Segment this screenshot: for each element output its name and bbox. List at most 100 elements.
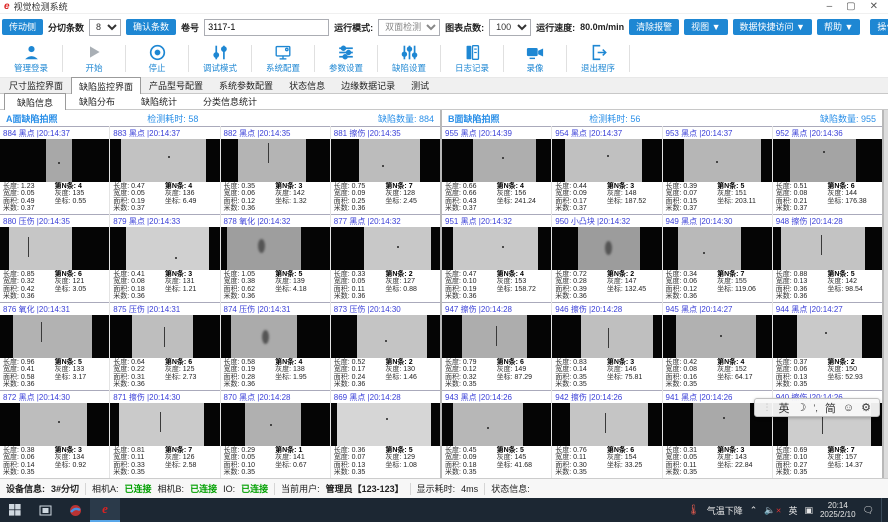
chart-points-select[interactable]: 100 [489,19,531,36]
confirm-count-button[interactable]: 确认条数 [126,19,176,35]
toolbar-button-play[interactable]: 开始 [63,40,125,77]
ime-language-button[interactable]: 英 [779,400,790,416]
defect-cell[interactable]: 950 小凸块 |20:14:32 长度: 0.72 宽度: 0.28 面积: … [552,214,661,302]
slit-count-select[interactable]: 8 [89,19,121,36]
toolbar-button-debug-sliders[interactable]: 调试模式 [189,40,251,77]
defect-image [442,227,551,270]
moon-icon[interactable]: ☽ [797,401,807,414]
main-tab-strip: 尺寸监控界面缺陷监控界面产品型号配置系统参数配置状态信息边缘数据记录测试 [0,78,888,94]
defect-cell-header: 883 黑点 |20:14:37 [110,127,219,139]
defect-cell[interactable]: 951 黑点 |20:14:32 长度: 0.47 宽度: 0.10 面积: 0… [442,214,551,302]
ime-simplified-button[interactable]: 简 [825,400,836,416]
pinned-app-icon[interactable] [60,498,90,522]
defect-cell[interactable]: 952 黑点 |20:14:36 长度: 0.51 宽度: 0.08 面积: 0… [773,126,882,214]
defect-cell[interactable]: 870 黑点 |20:14:28 长度: 0.29 宽度: 0.05 面积: 0… [221,390,330,478]
speaker-icon[interactable]: 🔈✕ [764,505,781,516]
toolbar-button-tune-vertical[interactable]: 缺陷设置 [378,40,440,77]
operate-side-button[interactable]: 操作侧 [870,19,888,35]
view-menu-button[interactable]: 视图 ▼ [684,19,727,35]
defect-cell[interactable]: 948 擦伤 |20:14:28 长度: 0.88 宽度: 0.13 面积: 0… [773,214,882,302]
defect-cell[interactable]: 875 压伤 |20:14:31 长度: 0.64 宽度: 0.22 面积: 0… [110,302,219,390]
defect-cell[interactable]: 869 黑点 |20:14:28 长度: 0.36 宽度: 0.07 面积: 0… [331,390,440,478]
active-app-button[interactable]: e [90,498,120,522]
toolbar-button-exit-door[interactable]: 退出程序 [567,40,629,77]
defect-image [110,139,219,182]
defect-meta: 长度: 0.33 宽度: 0.05 面积: 0.11 米数: 0.36 第N条:… [331,270,440,302]
defect-cell[interactable]: 884 黑点 |20:14:37 长度: 1.23 宽度: 0.05 面积: 0… [0,126,109,214]
smiley-icon[interactable]: ☺ [843,402,854,414]
defect-cell[interactable]: 945 黑点 |20:14:27 长度: 0.42 宽度: 0.08 面积: 0… [663,302,772,390]
toolbar-button-video-camera[interactable]: 录像 [504,40,566,77]
toolbar-button-stop[interactable]: 停止 [126,40,188,77]
ime-mode-icon[interactable]: ▣ [804,505,813,516]
main-tab-2[interactable]: 缺陷监控界面 [71,77,141,94]
defect-cell[interactable]: 877 黑点 |20:14:32 长度: 0.33 宽度: 0.05 面积: 0… [331,214,440,302]
defect-cell[interactable]: 954 黑点 |20:14:37 长度: 0.44 宽度: 0.09 面积: 0… [552,126,661,214]
defect-cell[interactable]: 881 擦伤 |20:14:35 长度: 0.75 宽度: 0.09 面积: 0… [331,126,440,214]
show-desktop-button[interactable] [881,498,884,522]
minimize-button[interactable]: – [827,2,833,12]
run-speed-label: 运行速度: [536,21,575,34]
run-speed-value: 80.0m/min [580,22,624,32]
defect-cell[interactable]: 874 压伤 |20:14:31 长度: 0.58 宽度: 0.19 面积: 0… [221,302,330,390]
ime-grip-icon[interactable]: ⋮ [763,402,772,413]
defect-cell[interactable]: 879 黑点 |20:14:33 长度: 0.41 宽度: 0.08 面积: 0… [110,214,219,302]
weather-text[interactable]: 气温下降 [707,504,743,517]
thermometer-icon[interactable]: 🌡 [687,505,700,516]
sub-tab-2[interactable]: 缺陷分布 [66,92,128,109]
defect-cell[interactable]: 953 黑点 |20:14:37 长度: 0.39 宽度: 0.07 面积: 0… [663,126,772,214]
taskbar-language-indicator[interactable]: 英 [788,504,797,517]
defect-cell[interactable]: 946 擦伤 |20:14:28 长度: 0.83 宽度: 0.14 面积: 0… [552,302,661,390]
vertical-scrollbar[interactable] [884,110,888,478]
close-button[interactable]: ✕ [870,2,878,12]
toolbar-button-tune-horizontal[interactable]: 参数设置 [315,40,377,77]
defect-cell[interactable]: 944 黑点 |20:14:27 长度: 0.37 宽度: 0.06 面积: 0… [773,302,882,390]
defect-cell-header: 950 小凸块 |20:14:32 [552,215,661,227]
run-mode-select[interactable]: 双面检测 [378,19,440,36]
defect-cell[interactable]: 883 黑点 |20:14:37 长度: 0.47 宽度: 0.05 面积: 0… [110,126,219,214]
main-tab-4[interactable]: 系统参数配置 [211,76,281,93]
defect-cell[interactable]: 947 擦伤 |20:14:28 长度: 0.79 宽度: 0.12 面积: 0… [442,302,551,390]
drive-side-button[interactable]: 传动侧 [2,19,43,35]
defect-cell[interactable]: 942 擦伤 |20:14:26 长度: 0.76 宽度: 0.11 面积: 0… [552,390,661,478]
defect-cell[interactable]: 943 黑点 |20:14:26 长度: 0.45 宽度: 0.09 面积: 0… [442,390,551,478]
main-tab-1[interactable]: 尺寸监控界面 [1,76,71,93]
task-view-button[interactable] [30,498,60,522]
start-button[interactable] [0,498,30,522]
notification-center-icon[interactable]: 🗨 [863,505,874,516]
defect-cell[interactable]: 955 黑点 |20:14:39 长度: 0.66 宽度: 0.66 面积: 0… [442,126,551,214]
defect-cell[interactable]: 871 擦伤 |20:14:30 长度: 0.81 宽度: 0.11 面积: 0… [110,390,219,478]
main-tab-6[interactable]: 边缘数据记录 [333,76,403,93]
sub-tab-3[interactable]: 缺陷统计 [128,92,190,109]
defect-cell[interactable]: 882 黑点 |20:14:35 长度: 0.35 宽度: 0.06 面积: 0… [221,126,330,214]
main-tab-7[interactable]: 测试 [403,76,437,93]
maximize-button[interactable]: ▢ [846,2,855,12]
defect-cell[interactable]: 878 氧化 |20:14:32 长度: 1.05 宽度: 0.38 面积: 0… [221,214,330,302]
toolbar-button-user[interactable]: 管理登录 [0,40,62,77]
gear-icon[interactable]: ⚙ [861,401,871,414]
sub-tab-1[interactable]: 缺陷信息 [4,93,66,110]
main-tab-5[interactable]: 状态信息 [281,76,333,93]
data-quick-access-menu-button[interactable]: 数据快捷访问 ▼ [733,19,812,35]
ime-cursor-icon[interactable]: ’, [813,403,818,413]
toolbar-button-log-book[interactable]: 日志记录 [441,40,503,77]
clear-alarm-button[interactable]: 清除报警 [629,19,679,35]
help-menu-button[interactable]: 帮助 ▼ [817,19,860,35]
coil-number-input[interactable] [204,19,329,36]
defect-cell[interactable]: 872 黑点 |20:14:30 长度: 0.38 宽度: 0.06 面积: 0… [0,390,109,478]
toolbar-button-monitor[interactable]: 系统配置 [252,40,314,77]
defect-cell[interactable]: 873 压伤 |20:14:30 长度: 0.52 宽度: 0.17 面积: 0… [331,302,440,390]
defect-cell[interactable]: 949 黑点 |20:14:30 长度: 0.34 宽度: 0.06 面积: 0… [663,214,772,302]
sub-tab-4[interactable]: 分类信息统计 [190,92,270,109]
tray-expand-icon[interactable]: ⌃ [750,505,758,516]
taskbar-clock[interactable]: 20:14 2025/2/10 [820,501,856,519]
defect-meta: 长度: 0.75 宽度: 0.09 面积: 0.25 米数: 0.36 第N条:… [331,182,440,214]
defect-cell[interactable]: 880 压伤 |20:14:35 长度: 0.85 宽度: 0.32 面积: 0… [0,214,109,302]
clock-date: 2025/2/10 [820,510,856,519]
defect-image [663,315,772,358]
main-tab-3[interactable]: 产品型号配置 [141,76,211,93]
defect-cell[interactable]: 876 氧化 |20:14:31 长度: 0.96 宽度: 0.41 面积: 0… [0,302,109,390]
toolbar-button-label: 退出程序 [581,62,615,74]
defect-image [442,403,551,446]
defect-meta: 长度: 0.41 宽度: 0.08 面积: 0.18 米数: 0.36 第N条:… [110,270,219,302]
